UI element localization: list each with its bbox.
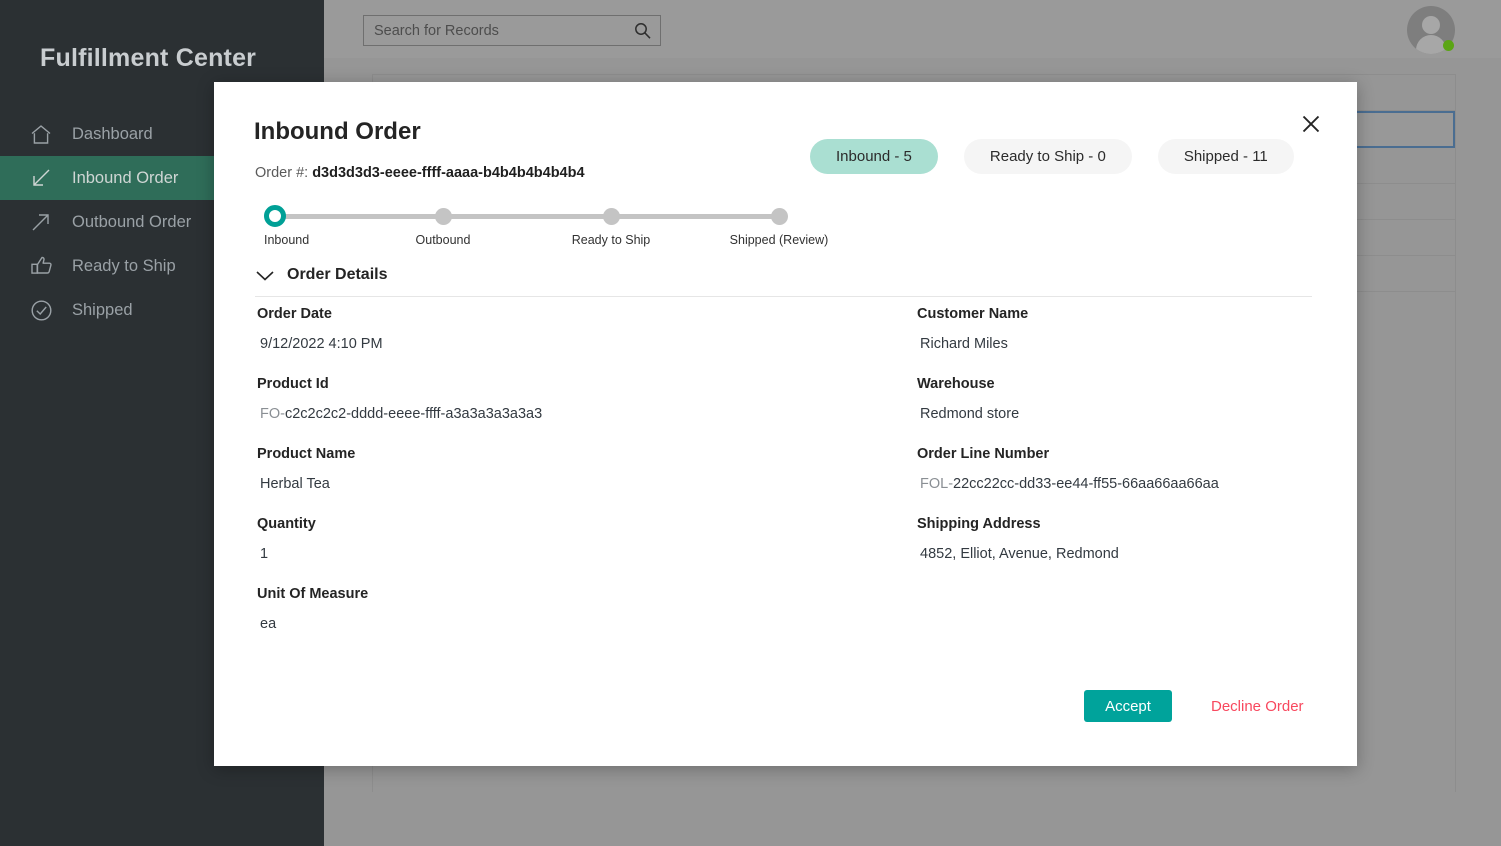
sidebar-item-label: Shipped: [72, 300, 133, 319]
field-value: 4852, Elliot, Avenue, Redmond: [917, 546, 1316, 562]
status-pill-inbound[interactable]: Inbound - 5: [810, 139, 938, 174]
sidebar-item-label: Inbound Order: [72, 168, 179, 187]
field-label: Unit Of Measure: [257, 586, 369, 602]
thumbs-up-icon: [26, 253, 56, 279]
field-product-id: Product Id FO-c2c2c2c2-dddd-eeee-ffff-a3a…: [257, 376, 866, 422]
order-number-value: d3d3d3d3-eeee-ffff-aaaa-b4b4b4b4b4b4: [312, 165, 585, 181]
stepper-track: [275, 214, 779, 219]
stepper-step-label: Shipped (Review): [729, 233, 829, 247]
field-value-text: c2c2c2c2-dddd-eeee-ffff-a3a3a3a3a3a3: [284, 406, 543, 422]
details-left-column: Order Date 9/12/2022 4:10 PM Product Id FO-…: [214, 306, 866, 656]
field-label: Order Line Number: [917, 446, 1050, 462]
field-label: Product Id: [257, 376, 329, 392]
field-unit-of-measure: Unit Of Measure ea: [257, 586, 866, 632]
search-box[interactable]: [363, 15, 661, 46]
search-icon[interactable]: [634, 22, 651, 39]
field-label: Product Name: [257, 446, 356, 462]
close-icon[interactable]: [1297, 110, 1325, 138]
order-progress-stepper: Inbound Outbound Ready to Ship Shipped (Rev…: [255, 202, 828, 260]
modal-title: Inbound Order: [254, 118, 421, 145]
field-value-text: 9/12/2022 4:10 PM: [260, 336, 383, 352]
sidebar-item-label: Outbound Order: [72, 212, 192, 231]
field-value-text: ea: [260, 616, 277, 632]
field-value-text: 22cc22cc-dd33-ee44-ff55-66aa66aa66aa: [953, 476, 1219, 492]
field-order-line-number: Order Line Number FOL-22cc22cc-dd33-ee44-…: [917, 446, 1316, 492]
stepper-dot[interactable]: [435, 208, 452, 225]
field-value: Richard Miles: [917, 336, 1316, 352]
stepper-dot[interactable]: [603, 208, 620, 225]
field-label: Customer Name: [917, 306, 1029, 322]
check-circle-icon: [26, 297, 56, 323]
field-value: FO-c2c2c2c2-dddd-eeee-ffff-a3a3a3a3a3a3: [257, 406, 866, 422]
status-pill-ready-to-ship[interactable]: Ready to Ship - 0: [963, 139, 1132, 174]
field-value-prefix: FO-: [260, 406, 285, 422]
details-right-column: Customer Name Richard Miles Warehouse Redmo…: [866, 306, 1316, 656]
field-label: Shipping Address: [917, 516, 1041, 532]
field-value: 1: [257, 546, 866, 562]
inbound-order-modal: Inbound Order Order #: d3d3d3d3-eeee-ffff…: [214, 82, 1357, 766]
field-label: Quantity: [257, 516, 316, 532]
field-value-text: 1: [260, 546, 269, 562]
field-value-prefix: FOL-: [920, 476, 954, 492]
stepper-dot[interactable]: [771, 208, 788, 225]
status-pill-shipped[interactable]: Shipped - 11: [1157, 139, 1294, 174]
avatar[interactable]: [1407, 6, 1455, 54]
stepper-step-label: Outbound: [415, 233, 471, 247]
field-label: Order Date: [257, 306, 332, 322]
field-value-text: 4852, Elliot, Avenue, Redmond: [920, 546, 1119, 562]
sidebar-item-label: Ready to Ship: [72, 256, 176, 275]
search-input[interactable]: [364, 21, 616, 40]
order-details-toggle[interactable]: Order Details: [255, 266, 387, 284]
field-value-text: Herbal Tea: [260, 476, 330, 492]
field-value: Herbal Tea: [257, 476, 866, 492]
field-value-text: Redmond store: [920, 406, 1020, 422]
field-product-name: Product Name Herbal Tea: [257, 446, 866, 492]
field-value: 9/12/2022 4:10 PM: [257, 336, 866, 352]
order-details-title: Order Details: [287, 266, 388, 283]
field-customer-name: Customer Name Richard Miles: [917, 306, 1316, 352]
app-brand-title: Fulfillment Center: [40, 44, 257, 72]
presence-status-dot: [1443, 40, 1454, 51]
stepper-dot[interactable]: [264, 205, 286, 227]
order-details-fields: Order Date 9/12/2022 4:10 PM Product Id FO-…: [214, 306, 1357, 656]
accept-button[interactable]: Accept: [1084, 690, 1172, 722]
section-divider: [255, 296, 1312, 297]
field-warehouse: Warehouse Redmond store: [917, 376, 1316, 422]
field-value: Redmond store: [917, 406, 1316, 422]
arrow-up-right-icon: [26, 209, 56, 235]
stepper-step-label: Ready to Ship: [571, 233, 651, 247]
field-value: ea: [257, 616, 866, 632]
field-label: Warehouse: [917, 376, 995, 392]
arrow-down-left-icon: [26, 165, 56, 191]
field-shipping-address: Shipping Address 4852, Elliot, Avenue, Re…: [917, 516, 1316, 562]
order-number: Order #: d3d3d3d3-eeee-ffff-aaaa-b4b4b4b4…: [255, 165, 585, 181]
home-icon: [26, 121, 56, 147]
field-order-date: Order Date 9/12/2022 4:10 PM: [257, 306, 866, 352]
field-value-text: Richard Miles: [920, 336, 1008, 352]
field-quantity: Quantity 1: [257, 516, 866, 562]
field-value: FOL-22cc22cc-dd33-ee44-ff55-66aa66aa66aa: [917, 476, 1316, 492]
status-pill-group: Inbound - 5 Ready to Ship - 0 Shipped - 11: [810, 139, 1294, 174]
top-bar: [324, 0, 1501, 58]
sidebar-item-label: Dashboard: [72, 124, 153, 143]
chevron-down-icon: [255, 269, 275, 282]
stepper-step-label: Inbound: [264, 233, 310, 247]
decline-order-button[interactable]: Decline Order: [1211, 690, 1304, 722]
order-number-label: Order #:: [255, 165, 309, 181]
